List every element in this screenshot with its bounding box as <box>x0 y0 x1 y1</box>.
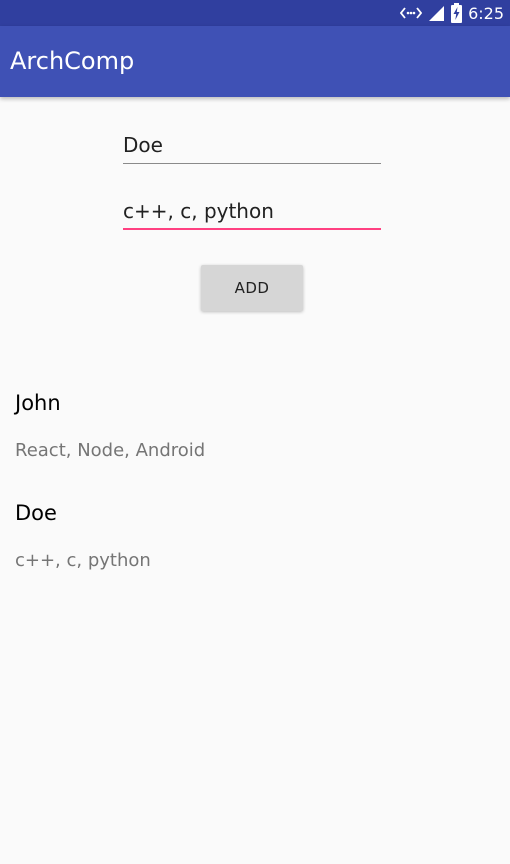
skills-input[interactable] <box>123 196 381 230</box>
skills-field[interactable] <box>123 196 381 230</box>
skills-field-underline <box>123 228 381 230</box>
data-transfer-icon <box>400 6 423 20</box>
status-time: 6:25 <box>468 3 504 23</box>
entry-skills: React, Node, Android <box>15 440 206 461</box>
app-title: ArchComp <box>10 47 135 75</box>
entry-name: Doe <box>15 501 57 525</box>
signal-icon <box>428 5 445 22</box>
name-input[interactable] <box>123 130 381 164</box>
status-bar: 6:25 <box>0 0 510 26</box>
name-field-underline <box>123 163 381 164</box>
entry-skills: c++, c, python <box>15 550 151 571</box>
name-field[interactable] <box>123 130 381 164</box>
app-bar: ArchComp <box>0 26 510 97</box>
add-button[interactable]: ADD <box>201 265 303 311</box>
status-icons: 6:25 <box>400 0 504 26</box>
entry-name: John <box>15 391 61 415</box>
battery-charging-icon <box>451 3 463 23</box>
